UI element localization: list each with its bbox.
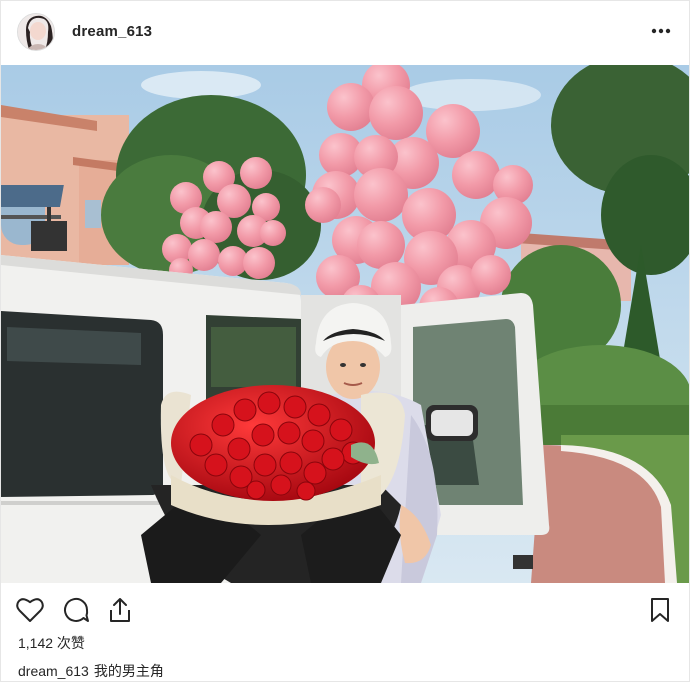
caption-username[interactable]: dream_613 <box>18 663 89 679</box>
comment-button[interactable] <box>61 595 91 625</box>
instagram-post: dream_613 1,142 次赞 dream_613 我的男主角 <box>0 0 690 682</box>
more-horizontal-icon <box>651 28 671 34</box>
post-header: dream_613 <box>1 1 689 63</box>
comment-icon <box>64 597 89 622</box>
bookmark-icon <box>651 598 669 622</box>
avatar[interactable] <box>17 13 55 51</box>
post-caption: dream_613 我的男主角 <box>18 661 164 681</box>
like-button[interactable] <box>15 595 45 625</box>
likes-count[interactable]: 1,142 次赞 <box>18 633 85 653</box>
heart-icon <box>16 598 44 622</box>
share-button[interactable] <box>105 595 135 625</box>
post-photo[interactable] <box>1 65 689 583</box>
post-actions-bar <box>1 591 689 631</box>
photo-illustration <box>1 65 689 583</box>
share-icon <box>110 598 130 622</box>
save-button[interactable] <box>645 595 675 625</box>
caption-text: 我的男主角 <box>93 663 164 679</box>
post-username[interactable]: dream_613 <box>72 23 152 40</box>
more-options-button[interactable] <box>649 21 673 41</box>
avatar-image <box>18 14 54 50</box>
rose-bouquet <box>141 385 405 583</box>
